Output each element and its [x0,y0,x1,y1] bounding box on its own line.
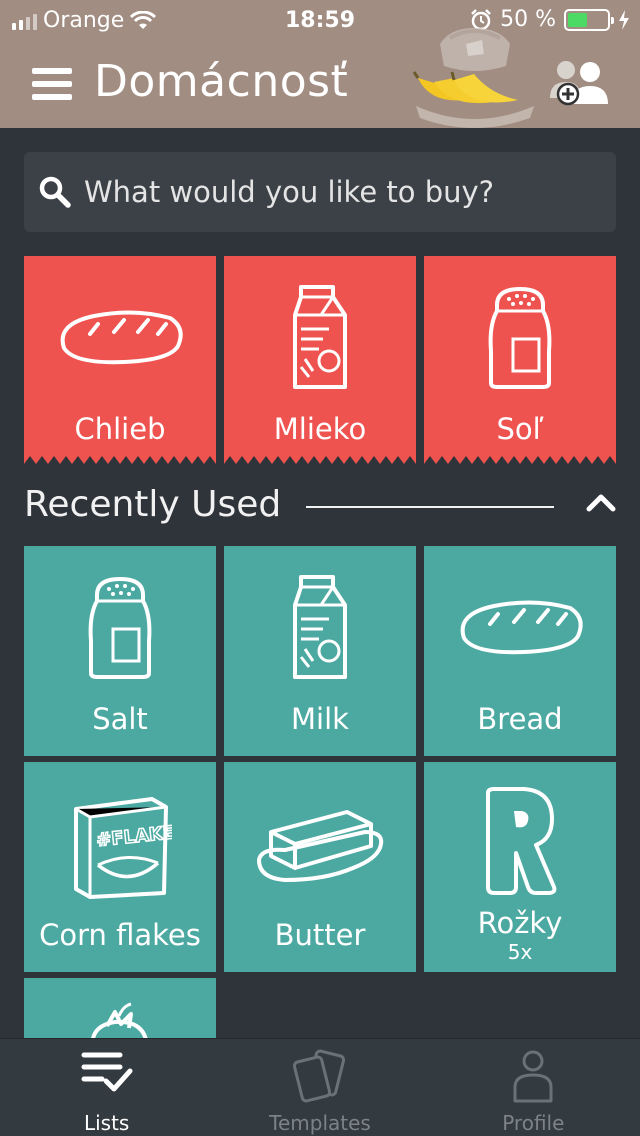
recent-item-tile[interactable]: #FLAKES Corn flakes [24,762,216,972]
milk-carton-icon [293,575,347,679]
current-item-tile[interactable]: Soľ [424,256,616,464]
tab-label: Profile [502,1111,565,1135]
recent-item-tile[interactable]: Salt [24,546,216,756]
item-label: Rožky [477,906,563,940]
chevron-up-icon[interactable] [586,492,616,512]
tab-bar: Lists Templates Profile [0,1038,640,1136]
person-icon [513,1050,553,1103]
zigzag-edge [224,456,416,464]
section-divider [306,506,554,508]
salt-shaker-icon [88,577,152,679]
recent-item-tile[interactable]: Milk [224,546,416,756]
item-label: Corn flakes [39,918,201,952]
recent-item-tile[interactable]: Rožky 5x [424,762,616,972]
list-title: Domácnosť [94,56,349,107]
status-bar: Orange 18:59 50 % [0,0,640,40]
tab-profile[interactable]: Profile [427,1039,640,1136]
item-label: Mlieko [273,412,367,446]
zigzag-edge [24,456,216,464]
cards-icon [292,1049,346,1103]
search-icon [39,176,71,208]
recent-item-tile[interactable] [24,978,216,1038]
item-label: Butter [274,918,366,952]
list-check-icon [81,1052,133,1092]
search-input[interactable] [84,175,584,209]
cereal-box-icon: #FLAKES [74,797,172,899]
milk-carton-icon [293,285,347,389]
battery-icon [564,8,614,31]
charging-icon [619,9,629,30]
item-quantity: 5x [507,940,533,964]
menu-button[interactable] [32,68,72,100]
tab-lists[interactable]: Lists [0,1039,213,1136]
battery-fill [568,12,587,27]
tab-templates[interactable]: Templates [213,1039,426,1136]
svg-text:#FLAKES: #FLAKES [95,821,172,852]
item-label: Milk [291,702,349,736]
bread-icon [460,600,583,655]
zigzag-edge [424,456,616,464]
item-label: Chlieb [74,412,166,446]
salt-shaker-icon [488,287,552,389]
butter-icon [257,810,384,882]
tab-label: Lists [83,1111,130,1135]
recently-used-header: Recently Used [24,482,616,532]
recent-item-tile[interactable]: Bread [424,546,616,756]
tab-label: Templates [269,1111,371,1135]
current-item-tile[interactable]: Chlieb [24,256,216,464]
item-label: Bread [477,702,563,736]
bread-icon [60,310,183,365]
recent-item-tile[interactable]: Butter [224,762,416,972]
section-title: Recently Used [24,484,282,525]
item-label: Salt [92,702,148,736]
current-item-tile[interactable]: Mlieko [224,256,416,464]
header: Orange 18:59 50 % Domácnosť [0,0,640,128]
item-label: Soľ [496,412,544,446]
tomato-icon [91,1002,148,1038]
add-people-icon[interactable] [548,58,610,106]
scale-bananas-illustration [412,28,534,128]
letter-r-icon [486,787,557,895]
search-bar[interactable] [24,152,616,232]
